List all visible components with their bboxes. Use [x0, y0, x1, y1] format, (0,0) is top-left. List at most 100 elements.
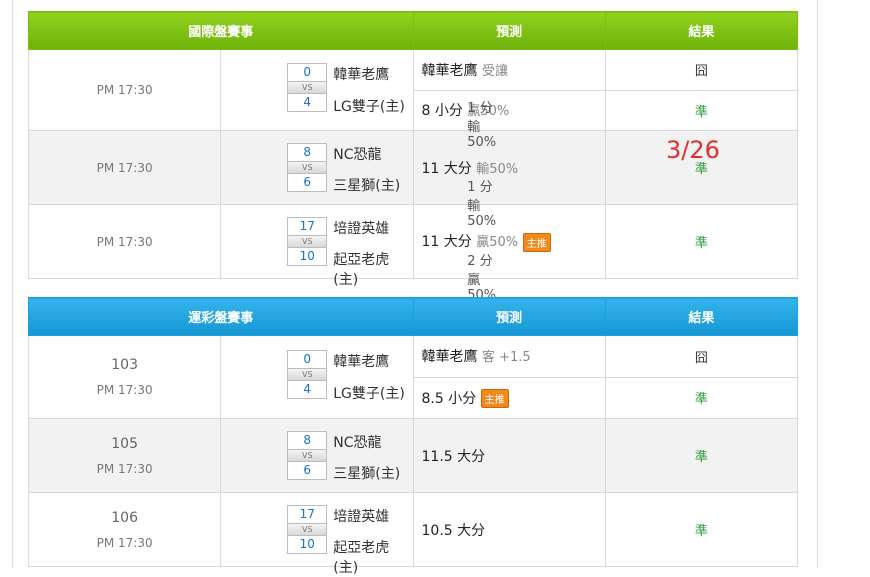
result-cell: 準	[604, 376, 799, 419]
prediction-main: 韓華老鷹	[421, 349, 478, 366]
prediction-cell: 8.5 小分 主推	[412, 376, 606, 419]
frame-left-border	[12, 0, 13, 568]
score-away: 0	[303, 352, 312, 366]
handicap-odds: 2 分贏50%	[467, 254, 497, 303]
team-home: LG雙子(主)	[333, 386, 405, 402]
team-home: 三星獅(主)	[333, 178, 401, 194]
header-match: 運彩盤賽事	[28, 297, 414, 336]
match-cell: 8 VS 6 NC恐龍 三星獅(主)	[220, 418, 414, 493]
vs-label: VS	[288, 81, 327, 94]
vs-label: VS	[288, 161, 327, 174]
score-home: 10	[299, 249, 315, 263]
result-cell: 準	[604, 492, 799, 567]
result-cell: 準	[604, 204, 799, 279]
team-home: 三星獅(主)	[333, 466, 401, 482]
featured-badge: 主推	[522, 232, 551, 252]
match-time-cell: 103 PM 17:30	[27, 335, 222, 419]
header-match: 國際盤賽事	[28, 11, 414, 50]
table-row: 105 PM 17:30 8 VS 6 NC恐龍 三星獅(主) 11.5 大分 …	[27, 418, 799, 493]
team-away: 培證英雄	[333, 221, 390, 237]
prediction-main: 韓華老鷹	[421, 62, 478, 79]
prediction-cell: 10.5 大分	[412, 492, 606, 567]
match-time: PM 17:30	[96, 383, 153, 397]
score-home: 10	[299, 537, 315, 551]
vs-label: VS	[288, 235, 327, 248]
team-home: LG雙子(主)	[333, 99, 405, 115]
vs-label: VS	[288, 449, 327, 462]
match-cell: 0 VS 4 韓華老鷹 LG雙子(主) 1 分輸50%	[220, 49, 496, 150]
handicap-odds: 1 分輸50%	[467, 101, 497, 150]
team-away: 培證英雄	[333, 509, 390, 525]
prediction-main: 10.5 大分	[421, 522, 486, 539]
prediction-sub: 贏50%	[476, 235, 519, 251]
prediction-main: 8.5 小分	[421, 390, 477, 407]
score-home: 6	[303, 463, 312, 477]
score-box: 0 VS 4	[287, 63, 328, 112]
prediction-main: 11 大分	[421, 160, 472, 177]
score-away: 17	[299, 507, 315, 521]
result-cell: 準	[604, 89, 799, 131]
date-annotation: 3/26	[666, 136, 720, 164]
match-time: PM 17:30	[27, 49, 222, 131]
prediction-main: 11.5 大分	[421, 448, 486, 465]
header-result: 結果	[604, 11, 799, 50]
match-time: PM 17:30	[27, 204, 222, 279]
result-cell: 囧	[604, 335, 799, 378]
result-cell: 準	[604, 418, 799, 493]
header-prediction: 預測	[412, 11, 606, 50]
team-home: 起亞老虎(主)	[333, 252, 390, 288]
match-time-cell: 105 PM 17:30	[27, 418, 222, 493]
score-away: 8	[303, 145, 312, 159]
score-box: 17 VS 10	[287, 505, 328, 554]
table-header: 運彩盤賽事 預測 結果	[28, 297, 799, 336]
prediction-sub: 客 +1.5	[481, 350, 531, 366]
prediction-cell: 11 大分 輸50%	[412, 130, 606, 205]
game-number: 105	[111, 435, 138, 452]
game-number: 106	[111, 509, 138, 526]
score-box: 0 VS 4	[287, 350, 328, 399]
score-away: 17	[299, 219, 315, 233]
match-cell: 17 VS 10 培證英雄 起亞老虎(主)	[220, 492, 414, 576]
vs-label: VS	[288, 368, 327, 381]
game-number: 103	[111, 357, 138, 373]
table-header: 國際盤賽事 預測 結果	[28, 11, 799, 50]
score-away: 0	[303, 65, 312, 79]
match-cell: 17 VS 10 培證英雄 起亞老虎(主) 2 分贏50%	[220, 204, 496, 303]
table-row: 106 PM 17:30 17 VS 10 培證英雄 起亞老虎(主) 10.5 …	[27, 492, 799, 576]
header-prediction: 預測	[412, 297, 606, 336]
prediction-sub: 受讓	[481, 63, 508, 79]
lottery-odds-table: 運彩盤賽事 預測 結果 103 PM 17:30 0 VS 4 韓華老鷹 LG雙…	[27, 297, 799, 576]
result-cell: 囧	[604, 49, 799, 91]
prediction-cell: 11.5 大分	[412, 418, 606, 493]
table-row: PM 17:30 0 VS 4 韓華老鷹 LG雙子(主) 1 分輸50% 韓華老…	[27, 49, 799, 150]
match-time: PM 17:30	[96, 535, 153, 550]
prediction-cell: 韓華老鷹 受讓	[412, 49, 606, 91]
score-away: 8	[303, 433, 312, 447]
score-box: 8 VS 6	[287, 143, 328, 192]
score-home: 6	[303, 175, 312, 189]
prediction-main: 8 小分	[421, 103, 463, 120]
prediction-cell: 8 小分 贏50%	[412, 89, 606, 131]
prediction-main: 11 大分	[421, 234, 472, 251]
score-box: 8 VS 6	[287, 431, 328, 480]
match-time: PM 17:30	[27, 130, 222, 205]
vs-label: VS	[288, 523, 327, 536]
table-row: 103 PM 17:30 0 VS 4 韓華老鷹 LG雙子(主) 韓華老鷹 客 …	[27, 335, 799, 419]
team-away: NC恐龍	[333, 435, 382, 451]
score-box: 17 VS 10	[287, 217, 328, 266]
team-away: 韓華老鷹	[333, 67, 390, 83]
prediction-sub: 輸50%	[476, 161, 519, 177]
team-home: 起亞老虎(主)	[333, 540, 390, 576]
match-time: PM 17:30	[96, 461, 153, 476]
match-cell: 8 VS 6 NC恐龍 三星獅(主) 1 分輸50%	[220, 130, 496, 229]
prediction-cell: 韓華老鷹 客 +1.5	[412, 335, 606, 378]
team-away: 韓華老鷹	[333, 354, 390, 370]
team-away: NC恐龍	[333, 147, 382, 163]
frame-right-border	[817, 0, 818, 568]
featured-badge: 主推	[480, 389, 509, 408]
match-cell: 0 VS 4 韓華老鷹 LG雙子(主)	[220, 335, 414, 419]
score-home: 4	[303, 382, 312, 396]
header-result: 結果	[604, 297, 799, 336]
prediction-cell: 11 大分 贏50% 主推	[412, 204, 606, 279]
match-time-cell: 106 PM 17:30	[27, 492, 222, 567]
